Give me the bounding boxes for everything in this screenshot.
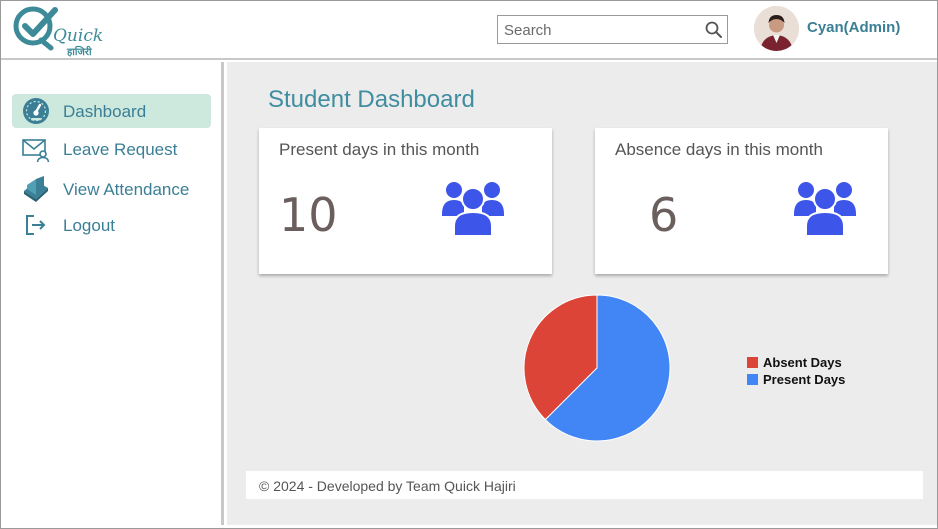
legend-label: Present Days	[763, 372, 846, 387]
sidebar-item-label: Logout	[63, 216, 115, 235]
sidebar-item-label: View Attendance	[63, 180, 190, 199]
search-icon[interactable]	[704, 20, 724, 40]
sidebar-item-leave-request[interactable]: Leave Request	[12, 132, 211, 166]
legend-item-absent[interactable]: Absent Days	[747, 354, 845, 371]
card-title: Present days in this month	[279, 140, 480, 159]
logo-text-hajiri: हाजिरी	[67, 47, 92, 58]
search-box	[497, 15, 728, 44]
sidebar: Dashboard Leave Request View Attendance …	[1, 62, 224, 525]
legend-item-present[interactable]: Present Days	[747, 371, 845, 388]
sidebar-item-view-attendance[interactable]: View Attendance	[12, 172, 211, 206]
mail-user-icon	[22, 139, 50, 163]
legend-swatch-present	[747, 374, 758, 385]
logout-icon	[26, 215, 46, 235]
chart-legend: Absent Days Present Days	[747, 354, 845, 388]
card-value: 6	[649, 188, 679, 242]
users-group-icon	[442, 182, 504, 237]
user-avatar-icon	[754, 6, 799, 51]
card-value: 10	[279, 188, 338, 242]
dashboard-gauge-icon	[23, 98, 49, 124]
attendance-pie-chart	[517, 288, 917, 448]
avatar[interactable]	[754, 6, 799, 51]
book-icon	[24, 176, 48, 202]
present-days-card: Present days in this month 10	[259, 128, 552, 274]
sidebar-item-dashboard[interactable]: Dashboard	[12, 94, 211, 128]
absence-days-card: Absence days in this month 6	[595, 128, 888, 274]
sidebar-item-label: Dashboard	[63, 102, 147, 121]
users-group-icon	[794, 182, 856, 237]
legend-label: Absent Days	[763, 355, 842, 370]
logo[interactable]: Quick हाजिरी	[11, 4, 103, 58]
card-title: Absence days in this month	[615, 140, 823, 159]
pie-chart-svg	[523, 294, 671, 442]
header: Quick हाजिरी Cyan(Admin)	[1, 1, 937, 60]
sidebar-item-logout[interactable]: Logout	[12, 208, 211, 242]
user-name[interactable]: Cyan(Admin)	[807, 19, 900, 36]
logo-text-quick: Quick	[53, 26, 104, 46]
footer: © 2024 - Developed by Team Quick Hajiri	[246, 471, 923, 499]
footer-text: © 2024 - Developed by Team Quick Hajiri	[259, 478, 516, 494]
legend-swatch-absent	[747, 357, 758, 368]
main-content: Student Dashboard Present days in this m…	[227, 62, 937, 525]
search-input[interactable]	[504, 19, 694, 41]
page-title: Student Dashboard	[268, 86, 475, 113]
sidebar-item-label: Leave Request	[63, 140, 178, 159]
